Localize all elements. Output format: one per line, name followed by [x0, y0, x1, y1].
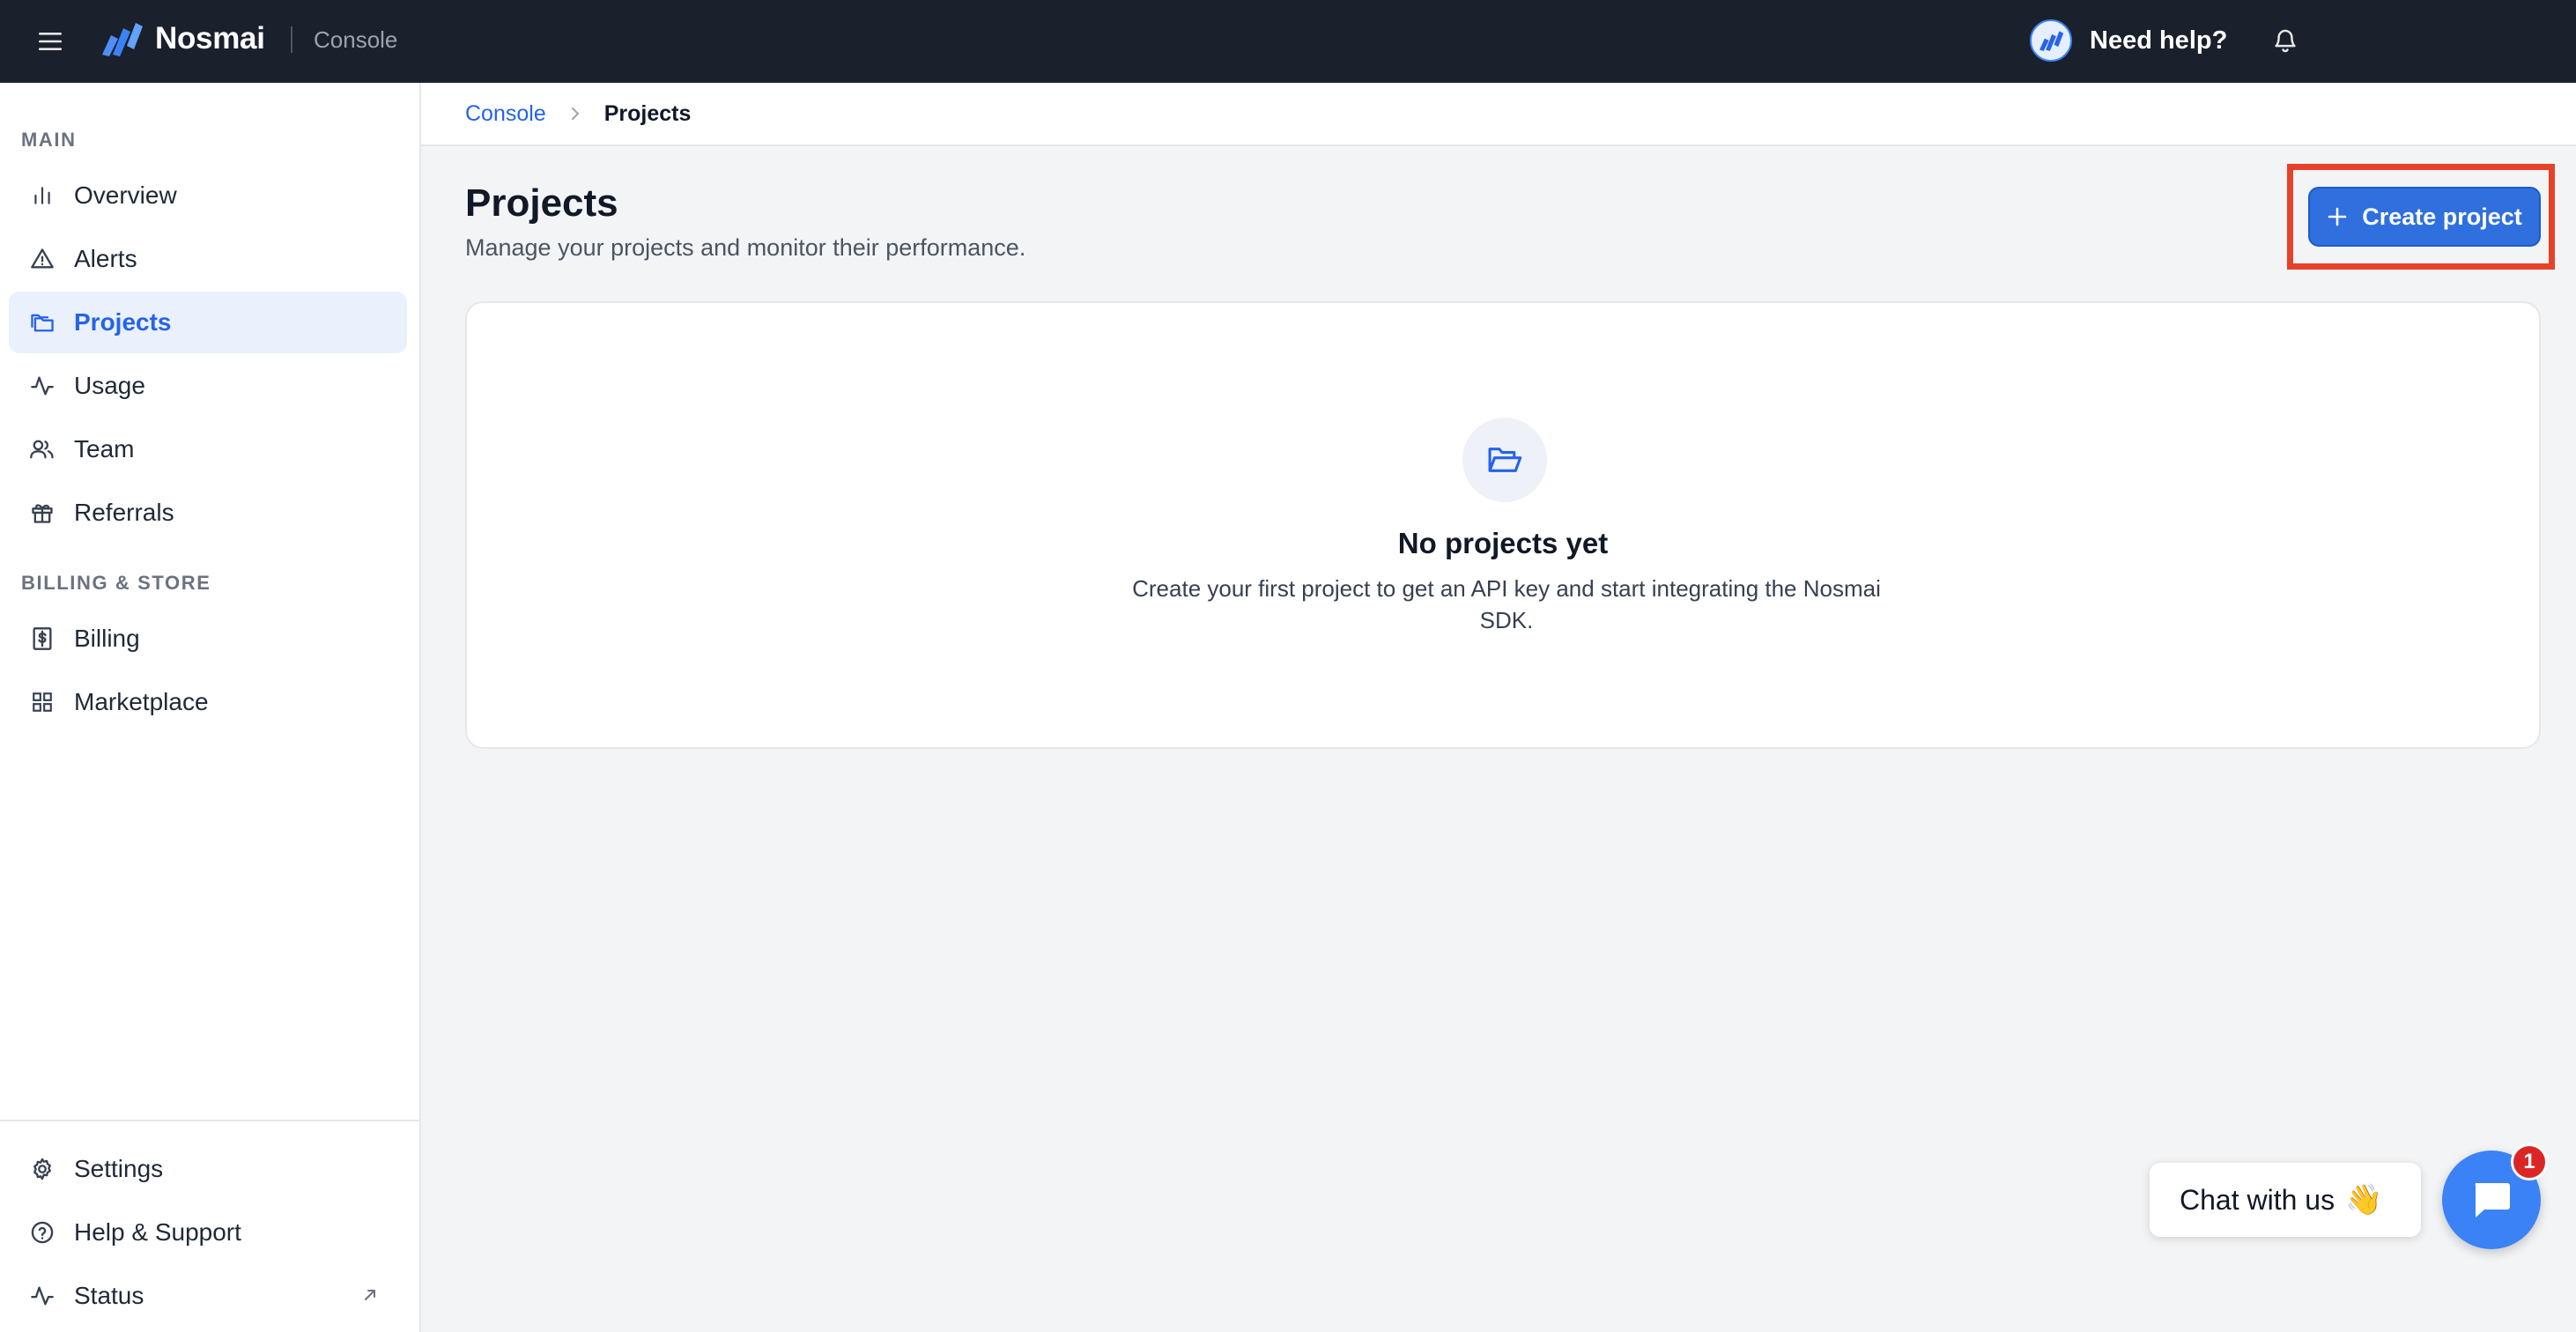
- sidebar-divider: [0, 1120, 419, 1121]
- external-link-icon: [361, 1286, 381, 1306]
- bell-icon[interactable]: [2268, 23, 2303, 58]
- sidebar-item-usage[interactable]: Usage: [9, 355, 407, 417]
- folder-open-icon: [1462, 418, 1547, 502]
- sidebar-item-billing[interactable]: Billing: [9, 608, 407, 670]
- breadcrumb-console[interactable]: Console: [465, 101, 546, 127]
- grid-icon: [25, 684, 60, 720]
- brand-subtitle: Console: [314, 26, 398, 53]
- create-project-button[interactable]: Create project: [2308, 187, 2541, 247]
- sidebar-item-marketplace[interactable]: Marketplace: [9, 671, 407, 733]
- sidebar-section-billing: BILLING & STORE: [21, 572, 211, 594]
- empty-state-card: No projects yet Create your first projec…: [465, 301, 2541, 749]
- bar-chart-icon: [25, 178, 60, 213]
- sidebar-item-status[interactable]: Status: [9, 1265, 407, 1327]
- sidebar-item-label: Alerts: [74, 245, 137, 272]
- sidebar-item-label: Billing: [74, 625, 140, 652]
- users-icon: [25, 432, 60, 467]
- sidebar-item-projects[interactable]: Projects: [9, 292, 407, 353]
- plus-icon: [2328, 207, 2347, 226]
- brand-logo[interactable]: Nosmai: [100, 19, 265, 58]
- need-help-button[interactable]: Need help?: [2030, 19, 2227, 62]
- sidebar-item-label: Referrals: [74, 499, 174, 526]
- sidebar-item-label: Settings: [74, 1155, 164, 1182]
- activity-icon: [25, 1278, 60, 1314]
- chat-icon: [2475, 1183, 2510, 1217]
- page-title: Projects: [465, 181, 618, 225]
- sidebar-item-label: Team: [74, 435, 135, 462]
- sidebar-item-help-support[interactable]: Help & Support: [9, 1202, 407, 1263]
- create-project-label: Create project: [2362, 203, 2522, 230]
- wave-emoji: 👋: [2345, 1183, 2383, 1217]
- chat-unread-badge: 1: [2511, 1143, 2548, 1180]
- help-circle-icon: [25, 1215, 60, 1250]
- help-avatar-icon: [2030, 19, 2072, 62]
- folders-icon: [25, 305, 60, 340]
- sidebar-item-label: Projects: [74, 308, 172, 336]
- page-subtitle: Manage your projects and monitor their p…: [465, 234, 1026, 261]
- warning-icon: [25, 241, 60, 277]
- breadcrumb: Console Projects: [421, 83, 2576, 146]
- nosmai-logo: [102, 23, 143, 56]
- breadcrumb-current: Projects: [603, 100, 692, 126]
- sidebar-section-main: MAIN: [21, 129, 77, 151]
- empty-state-title: No projects yet: [1397, 527, 1609, 559]
- sidebar-item-label: Help & Support: [74, 1218, 241, 1246]
- need-help-label: Need help?: [2090, 26, 2228, 55]
- sidebar-item-overview[interactable]: Overview: [9, 165, 407, 226]
- sidebar-item-settings[interactable]: Settings: [9, 1138, 407, 1200]
- sidebar-item-label: Usage: [74, 372, 145, 399]
- chat-with-us-bubble[interactable]: Chat with us 👋: [2150, 1163, 2421, 1237]
- receipt-dollar-icon: [25, 621, 60, 656]
- chevron-right-icon: [566, 104, 585, 123]
- sidebar: MAIN Overview Alerts Projects Usage Team: [0, 83, 421, 1332]
- chat-label: Chat with us: [2180, 1183, 2335, 1216]
- activity-icon: [25, 368, 60, 403]
- sidebar-item-label: Status: [74, 1282, 144, 1309]
- brand-name: Nosmai: [155, 21, 265, 56]
- top-bar: Nosmai Console Need help?: [0, 0, 2576, 83]
- sidebar-item-referrals[interactable]: Referrals: [9, 482, 407, 544]
- sidebar-item-label: Overview: [74, 181, 177, 209]
- brand-divider: [291, 26, 292, 53]
- menu-icon[interactable]: [33, 25, 67, 58]
- sidebar-item-label: Marketplace: [74, 688, 209, 715]
- sidebar-item-team[interactable]: Team: [9, 418, 407, 480]
- gear-icon: [25, 1151, 60, 1187]
- empty-state-description: Create your first project to get an API …: [1132, 575, 1881, 633]
- sidebar-item-alerts[interactable]: Alerts: [9, 228, 407, 290]
- gift-icon: [25, 495, 60, 530]
